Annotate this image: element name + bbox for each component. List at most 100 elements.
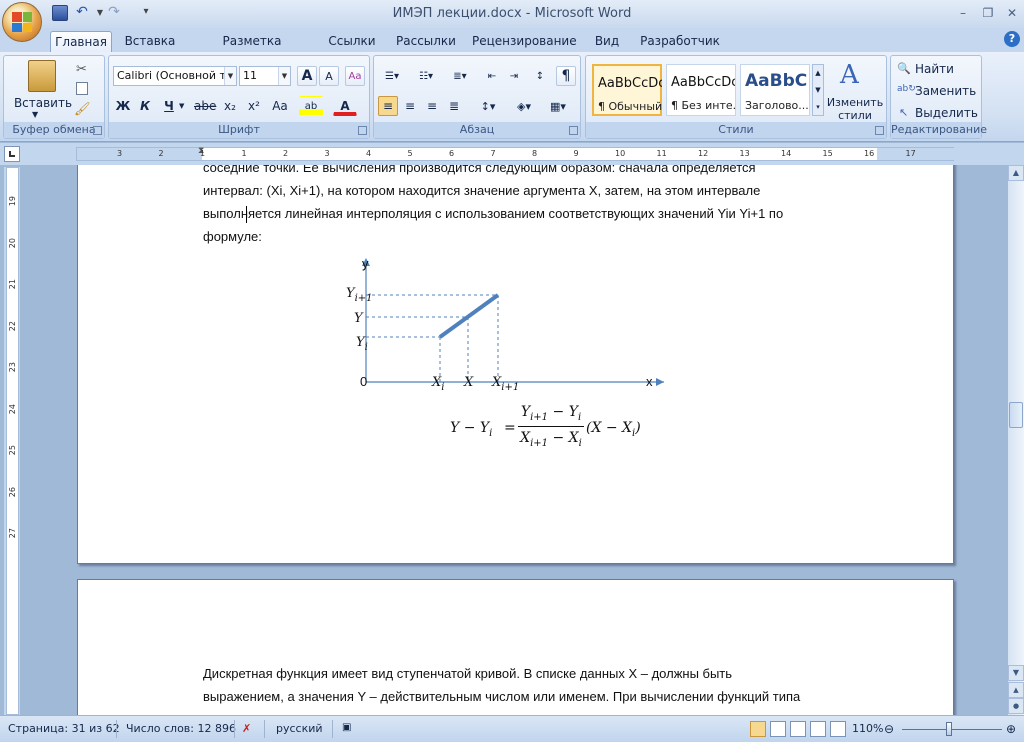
vertical-scrollbar[interactable]: ▲ ▼ ▲ ● xyxy=(1008,165,1024,715)
font-name-combo[interactable]: Calibri (Основной те ▼ xyxy=(113,66,237,86)
paste-button[interactable]: Вставить xyxy=(12,96,74,110)
draft-view-icon[interactable] xyxy=(830,721,846,737)
tab-review[interactable]: Рецензирование xyxy=(472,31,577,52)
multilevel-list-button[interactable]: ≣▾ xyxy=(446,66,474,86)
change-case-button[interactable]: Aa xyxy=(267,96,293,116)
spelling-check-icon[interactable]: ✗ xyxy=(242,722,251,735)
font-color-button[interactable]: A xyxy=(333,96,357,116)
style-heading[interactable]: AaBbC Заголово... xyxy=(740,64,810,116)
tab-references[interactable]: Ссылки xyxy=(324,31,380,52)
font-size-combo[interactable]: 11 ▼ xyxy=(239,66,291,86)
grow-font-button[interactable]: A xyxy=(297,66,317,86)
language-status[interactable]: русский xyxy=(276,722,323,735)
line-spacing-button[interactable]: ↕▾ xyxy=(474,96,502,116)
borders-button[interactable]: ▦▾ xyxy=(544,96,572,116)
find-button[interactable]: Найти xyxy=(915,62,954,76)
decrease-indent-button[interactable]: ⇤ xyxy=(482,66,502,86)
paragraph-launcher-icon[interactable] xyxy=(569,126,578,135)
paste-dropdown-icon[interactable]: ▼ xyxy=(32,110,38,119)
change-styles-button[interactable]: Изменить стили xyxy=(822,96,888,122)
font-size-dropdown-icon[interactable]: ▼ xyxy=(278,67,290,85)
previous-page-icon[interactable]: ▲ xyxy=(1008,682,1024,698)
italic-button[interactable]: К xyxy=(135,96,155,116)
styles-launcher-icon[interactable] xyxy=(875,126,884,135)
strikethrough-button[interactable]: abe xyxy=(193,96,217,116)
horizontal-ruler[interactable]: ⧗ 3 2 1 1 2 3 4 5 6 7 8 9 10 11 12 13 14 15 16 17 xyxy=(76,146,955,161)
undo-icon[interactable]: ↶ xyxy=(74,5,90,21)
zoom-in-icon[interactable]: ⊕ xyxy=(1006,722,1016,736)
scroll-up-icon[interactable]: ▲ xyxy=(1008,165,1024,181)
align-left-button[interactable]: ≡ xyxy=(378,96,398,116)
clipboard-launcher-icon[interactable] xyxy=(93,126,102,135)
underline-dropdown-icon[interactable]: ▼ xyxy=(179,102,184,110)
help-icon[interactable]: ? xyxy=(1004,31,1020,47)
zoom-out-icon[interactable]: ⊖ xyxy=(884,722,894,736)
increase-indent-button[interactable]: ⇥ xyxy=(504,66,524,86)
minimize-icon[interactable]: – xyxy=(955,5,971,21)
zoom-slider-thumb[interactable] xyxy=(946,722,952,736)
shading-button[interactable]: ◈▾ xyxy=(510,96,538,116)
font-group-label: Шрифт xyxy=(109,122,369,138)
redo-icon[interactable]: ↷ xyxy=(106,5,122,21)
superscript-button[interactable]: x² xyxy=(243,96,265,116)
title-bar: ИМЭП лекции.docx - Microsoft Word ↶ ▼ ↷ … xyxy=(0,0,1024,28)
tab-developer[interactable]: Разработчик xyxy=(636,31,724,52)
close-icon[interactable]: ✕ xyxy=(1004,5,1020,21)
sort-button[interactable]: ↕ xyxy=(530,66,550,86)
format-painter-icon[interactable]: 🖌 xyxy=(74,102,91,117)
tab-mailings[interactable]: Рассылки xyxy=(392,31,460,52)
office-button[interactable] xyxy=(2,2,42,42)
subscript-button[interactable]: x₂ xyxy=(219,96,241,116)
cut-icon[interactable]: ✂ xyxy=(76,62,87,77)
replace-button[interactable]: Заменить xyxy=(915,84,976,98)
underline-button[interactable]: Ч xyxy=(159,96,179,116)
align-center-button[interactable]: ≡ xyxy=(400,96,420,116)
tab-selector-icon[interactable] xyxy=(4,146,20,162)
ribbon: Вставить ▼ ✂ 🖌 Буфер обмена Calibri (Осн… xyxy=(0,52,1024,142)
editing-group: 🔍 Найти ab↻ Заменить ↖ Выделить Редактир… xyxy=(890,55,987,139)
clear-format-button[interactable]: Aa xyxy=(345,66,365,86)
font-name-dropdown-icon[interactable]: ▼ xyxy=(224,67,236,85)
zoom-level[interactable]: 110% xyxy=(852,722,883,735)
tab-page-layout[interactable]: Разметка страницы xyxy=(192,31,312,69)
shrink-font-button[interactable]: A xyxy=(319,66,339,86)
web-layout-view-icon[interactable] xyxy=(790,721,806,737)
show-formatting-button[interactable]: ¶ xyxy=(556,66,576,86)
tab-insert[interactable]: Вставка xyxy=(120,31,180,52)
numbering-button[interactable]: ☷▾ xyxy=(412,66,440,86)
document-area[interactable]: соседние точки. Ее вычисления производит… xyxy=(22,165,1008,715)
style-no-spacing[interactable]: AaBbCcDc ¶ Без инте... xyxy=(666,64,736,116)
word-count-status[interactable]: Число слов: 12 896 xyxy=(126,722,236,735)
outline-view-icon[interactable] xyxy=(810,721,826,737)
tab-view[interactable]: Вид xyxy=(590,31,624,52)
page-32[interactable]: Дискретная функция имеет вид ступенчатой… xyxy=(77,579,954,715)
select-button[interactable]: Выделить xyxy=(915,106,978,120)
ruler-number: 8 xyxy=(532,149,538,158)
ruler-number: 27 xyxy=(8,528,17,539)
change-styles-icon[interactable]: A xyxy=(840,60,859,90)
select-browse-object-icon[interactable]: ● xyxy=(1008,698,1024,714)
zoom-slider-track[interactable] xyxy=(902,729,1002,730)
full-screen-reading-view-icon[interactable] xyxy=(770,721,786,737)
ruler-number: 22 xyxy=(8,320,17,331)
restore-icon[interactable]: ❐ xyxy=(980,5,996,21)
macro-record-icon[interactable]: ▣ xyxy=(342,722,351,733)
page-count-status[interactable]: Страница: 31 из 62 xyxy=(8,722,120,735)
highlight-button[interactable]: ab xyxy=(299,96,323,116)
copy-icon[interactable] xyxy=(76,82,88,95)
align-right-button[interactable]: ≡ xyxy=(422,96,442,116)
print-layout-view-icon[interactable] xyxy=(750,721,766,737)
bullets-button[interactable]: ☰▾ xyxy=(378,66,406,86)
scroll-thumb[interactable] xyxy=(1009,402,1023,428)
tab-home[interactable]: Главная xyxy=(50,31,112,52)
paste-icon[interactable] xyxy=(28,60,56,92)
page-31[interactable]: соседние точки. Ее вычисления производит… xyxy=(77,165,954,564)
save-icon[interactable] xyxy=(52,5,68,21)
style-normal[interactable]: AaBbCcDc ¶ Обычный xyxy=(592,64,662,116)
scroll-down-icon[interactable]: ▼ xyxy=(1008,665,1024,681)
bold-button[interactable]: Ж xyxy=(113,96,133,116)
justify-button[interactable]: ≣ xyxy=(444,96,464,116)
vertical-ruler[interactable]: 19 20 21 22 23 24 25 26 27 xyxy=(4,167,20,715)
customize-toolbar-icon[interactable]: ▾ xyxy=(138,5,154,21)
font-launcher-icon[interactable] xyxy=(358,126,367,135)
